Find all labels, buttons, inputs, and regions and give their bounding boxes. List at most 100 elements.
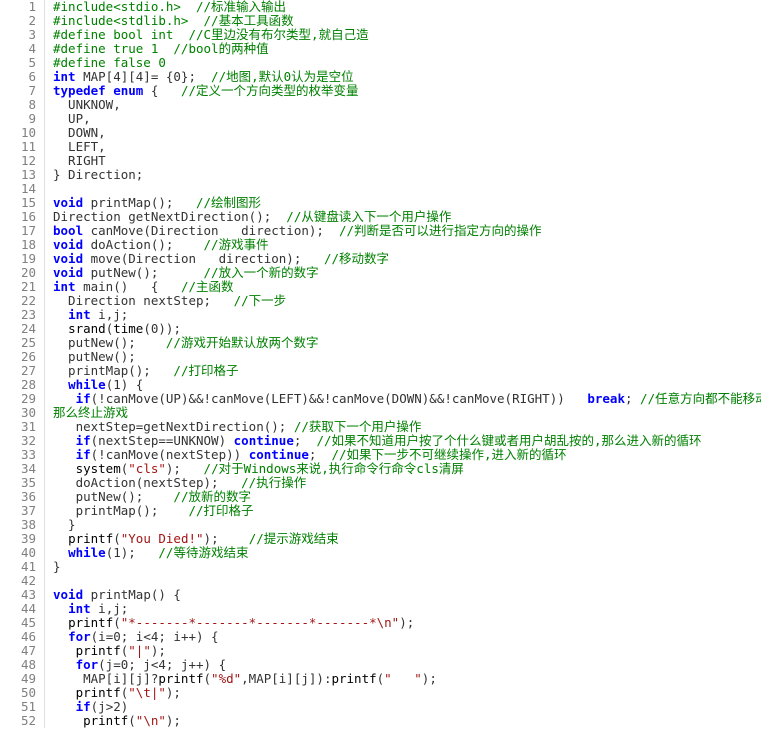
comment-token: //打印格子 xyxy=(173,363,238,378)
comment-token: //提示游戏结束 xyxy=(249,531,339,546)
code-line[interactable]: printf("\n"); xyxy=(53,714,761,728)
comment-token: 那么终止游戏 xyxy=(53,405,128,420)
code-line[interactable]: for(i=0; i<4; i++) { xyxy=(53,630,761,644)
comment-token: //如果不知道用户按了个什么键或者用户胡乱按的,那么进入新的循环 xyxy=(316,433,701,448)
code-line[interactable]: doAction(nextStep); //执行操作 xyxy=(53,476,761,490)
code-line[interactable]: Direction getNextDirection(); //从键盘读入下一个… xyxy=(53,210,761,224)
code-line[interactable]: RIGHT xyxy=(53,154,761,168)
code-line[interactable]: void doAction(); //游戏事件 xyxy=(53,238,761,252)
comment-token: //执行操作 xyxy=(241,475,306,490)
code-line[interactable]: printf("You Died!"); //提示游戏结束 xyxy=(53,532,761,546)
code-line[interactable]: printf("*-------*-------*-------*-------… xyxy=(53,616,761,630)
code-line[interactable]: MAP[i][j]?printf("%d",MAP[i][j]):printf(… xyxy=(53,672,761,686)
text-token xyxy=(53,601,68,616)
text-token xyxy=(53,629,68,644)
comment-token: //移动数字 xyxy=(324,251,389,266)
code-line[interactable]: int MAP[4][4]= {0}; //地图,默认0认为是空位 xyxy=(53,70,761,84)
code-line[interactable]: typedef enum { //定义一个方向类型的枚举变量 xyxy=(53,84,761,98)
text-token: UP, xyxy=(53,111,91,126)
text-token xyxy=(53,699,76,714)
code-line[interactable]: printf("|"); xyxy=(53,644,761,658)
text-token: ; xyxy=(294,433,317,448)
code-line[interactable]: } xyxy=(53,518,761,532)
line-number: 47 xyxy=(4,644,36,658)
code-line[interactable]: } xyxy=(53,560,761,574)
code-line[interactable]: if(j>2) xyxy=(53,700,761,714)
code-line[interactable]: putNew(); //游戏开始默认放两个数字 xyxy=(53,336,761,350)
code-line[interactable]: UNKNOW, xyxy=(53,98,761,112)
code-content[interactable]: #include<stdio.h> //标准输入输出#include<stdli… xyxy=(45,0,761,728)
text-token xyxy=(53,615,68,630)
comment-token: //打印格子 xyxy=(188,503,253,518)
code-line[interactable]: #include<stdio.h> //标准输入输出 xyxy=(53,0,761,14)
code-line[interactable]: putNew(); xyxy=(53,350,761,364)
line-number: 48 xyxy=(4,658,36,672)
comment-token: //等待游戏结束 xyxy=(158,545,248,560)
text-token: (!canMove(UP)&&!canMove(LEFT)&&!canMove(… xyxy=(91,391,588,406)
line-number: 52 xyxy=(4,714,36,728)
line-number: 27 xyxy=(4,364,36,378)
code-line[interactable]: LEFT, xyxy=(53,140,761,154)
line-number: 51 xyxy=(4,700,36,714)
line-number: 19 xyxy=(4,252,36,266)
code-line[interactable]: #define false 0 xyxy=(53,56,761,70)
text-token: } xyxy=(53,559,61,574)
code-line[interactable]: bool canMove(Direction direction); //判断是… xyxy=(53,224,761,238)
text-token: MAP[i][j]? xyxy=(53,671,158,686)
keyword-token: continue xyxy=(249,447,309,462)
text-token: putNew(); xyxy=(53,349,136,364)
code-line[interactable]: #define true 1 //bool的两种值 xyxy=(53,42,761,56)
code-line[interactable]: Direction nextStep; //下一步 xyxy=(53,294,761,308)
code-line[interactable]: } Direction; xyxy=(53,168,761,182)
code-line[interactable] xyxy=(53,182,761,196)
code-line[interactable]: if(!canMove(UP)&&!canMove(LEFT)&&!canMov… xyxy=(53,392,761,406)
text-token xyxy=(53,685,76,700)
code-line[interactable]: void printMap(); //绘制图形 xyxy=(53,196,761,210)
code-line[interactable]: void move(Direction direction); //移动数字 xyxy=(53,252,761,266)
keyword-token: int xyxy=(53,69,76,84)
comment-token: #define bool int //C里边没有布尔类型,就自己造 xyxy=(53,27,369,42)
keyword-token: typedef xyxy=(53,83,106,98)
code-line[interactable]: void putNew(); //放入一个新的数字 xyxy=(53,266,761,280)
code-line[interactable]: if(!canMove(nextStep)) continue; //如果下一步… xyxy=(53,448,761,462)
code-line[interactable]: UP, xyxy=(53,112,761,126)
code-line[interactable]: #include<stdlib.h> //基本工具函数 xyxy=(53,14,761,28)
code-line[interactable] xyxy=(53,574,761,588)
text-token: (0)); xyxy=(143,321,181,336)
text-token: RIGHT xyxy=(53,153,106,168)
code-line[interactable]: printMap(); //打印格子 xyxy=(53,364,761,378)
line-number: 25 xyxy=(4,336,36,350)
text-token xyxy=(53,713,83,728)
code-line[interactable]: int main() { //主函数 xyxy=(53,280,761,294)
code-line[interactable]: printf("\t|"); xyxy=(53,686,761,700)
code-line[interactable]: while(1); //等待游戏结束 xyxy=(53,546,761,560)
code-line[interactable]: srand(time(0)); xyxy=(53,322,761,336)
function-token: srand xyxy=(68,321,106,336)
text-token: (1); xyxy=(106,545,159,560)
code-line[interactable]: int i,j; xyxy=(53,602,761,616)
line-number: 16 xyxy=(4,210,36,224)
code-line[interactable]: printMap(); //打印格子 xyxy=(53,504,761,518)
text-token: ); xyxy=(399,615,414,630)
function-token: printf xyxy=(331,671,376,686)
code-line[interactable]: if(nextStep==UNKNOW) continue; //如果不知道用户… xyxy=(53,434,761,448)
line-number: 4 xyxy=(4,42,36,56)
code-line[interactable]: DOWN, xyxy=(53,126,761,140)
code-line[interactable]: 那么终止游戏 xyxy=(53,406,761,420)
code-line[interactable]: system("cls"); //对于Windows来说,执行命令行命令cls清… xyxy=(53,462,761,476)
text-token: nextStep=getNextDirection(); xyxy=(53,419,294,434)
code-line[interactable]: for(j=0; j<4; j++) { xyxy=(53,658,761,672)
code-line[interactable]: putNew(); //放新的数字 xyxy=(53,490,761,504)
text-token: Direction nextStep; xyxy=(53,293,234,308)
code-line[interactable]: #define bool int //C里边没有布尔类型,就自己造 xyxy=(53,28,761,42)
text-token: (1) { xyxy=(106,377,144,392)
text-token: ,MAP[i][j]): xyxy=(241,671,331,686)
string-token: "cls" xyxy=(128,461,166,476)
code-line[interactable]: nextStep=getNextDirection(); //获取下一个用户操作 xyxy=(53,420,761,434)
function-token: time xyxy=(113,321,143,336)
code-line[interactable]: int i,j; xyxy=(53,308,761,322)
code-line[interactable]: void printMap() { xyxy=(53,588,761,602)
string-token: "*-------*-------*-------*-------*\n" xyxy=(121,615,399,630)
string-token: "You Died!" xyxy=(121,531,204,546)
code-line[interactable]: while(1) { xyxy=(53,378,761,392)
